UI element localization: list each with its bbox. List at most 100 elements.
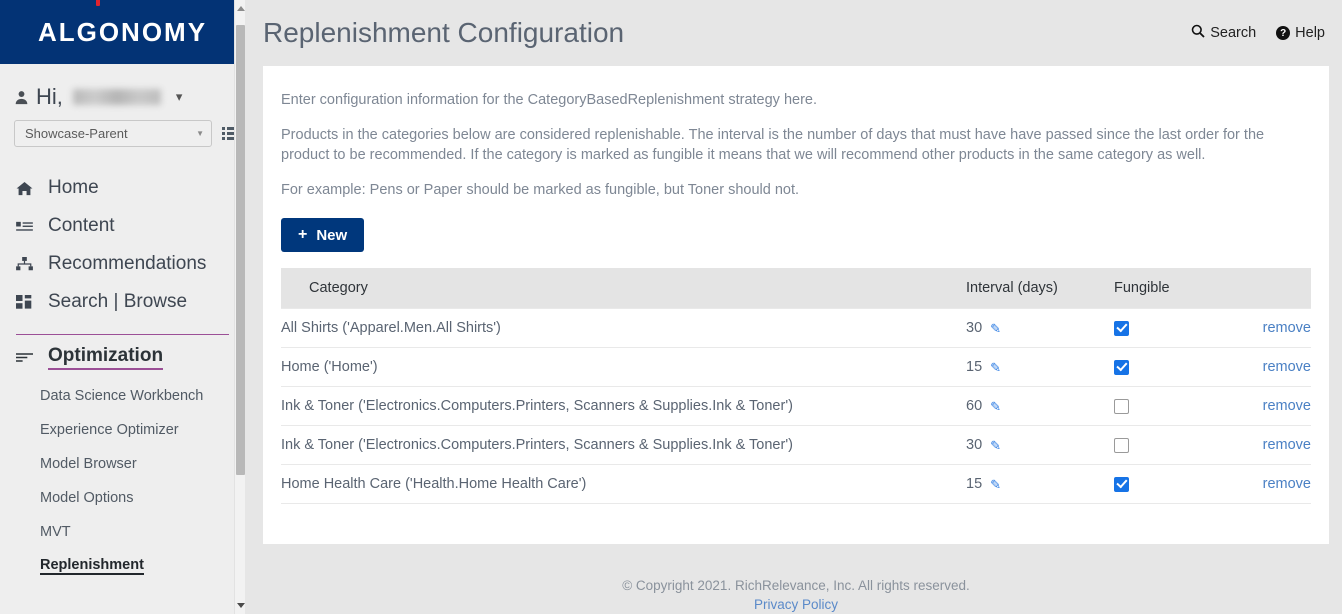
sidebar-item-mvt[interactable]: MVT bbox=[0, 515, 245, 549]
cell-fungible bbox=[1114, 347, 1209, 387]
cell-actions: remove bbox=[1209, 308, 1311, 348]
remove-link[interactable]: remove bbox=[1263, 476, 1311, 492]
cell-category: Ink & Toner ('Electronics.Computers.Prin… bbox=[281, 386, 966, 426]
grid-icon bbox=[16, 295, 36, 309]
description-paragraph-3: For example: Pens or Paper should be mar… bbox=[281, 182, 800, 198]
account-select-value: Showcase-Parent bbox=[25, 126, 128, 141]
new-button[interactable]: + New bbox=[281, 218, 365, 252]
cell-actions: remove bbox=[1209, 464, 1311, 504]
cell-category: Home Health Care ('Health.Home Health Ca… bbox=[281, 464, 966, 504]
cell-interval: 30 ✎ bbox=[966, 425, 1114, 465]
cell-actions: remove bbox=[1209, 347, 1311, 387]
table-row: Ink & Toner ('Electronics.Computers.Prin… bbox=[281, 386, 1311, 426]
category-link[interactable]: Ink & Toner ('Electronics.Computers.Prin… bbox=[281, 437, 793, 453]
user-greeting[interactable]: Hi, ▾ bbox=[0, 64, 245, 112]
fungible-checkbox[interactable] bbox=[1114, 320, 1129, 336]
sidebar-subitem-label: Model Browser bbox=[40, 456, 137, 472]
cell-category: Ink & Toner ('Electronics.Computers.Prin… bbox=[281, 425, 966, 465]
sidebar-subitem-label: Model Options bbox=[40, 490, 134, 506]
column-header-interval: Interval (days) bbox=[966, 268, 1114, 309]
category-link[interactable]: Ink & Toner ('Electronics.Computers.Prin… bbox=[281, 398, 793, 414]
search-link[interactable]: Search bbox=[1191, 24, 1256, 42]
edit-pencil-icon[interactable]: ✎ bbox=[990, 322, 1001, 335]
cell-interval: 60 ✎ bbox=[966, 386, 1114, 426]
sidebar-item-label: Recommendations bbox=[48, 253, 207, 274]
help-link[interactable]: ? Help bbox=[1276, 25, 1325, 41]
sidebar-item-model-browser[interactable]: Model Browser bbox=[0, 447, 245, 481]
table-row: All Shirts ('Apparel.Men.All Shirts') 30… bbox=[281, 308, 1311, 348]
help-question-icon: ? bbox=[1276, 26, 1291, 40]
edit-pencil-icon[interactable]: ✎ bbox=[990, 439, 1001, 452]
table-row: Home ('Home') 15 ✎ remove bbox=[281, 347, 1311, 387]
interval-value: 30 bbox=[966, 320, 983, 336]
cell-interval: 15 ✎ bbox=[966, 347, 1114, 387]
interval-value: 60 bbox=[966, 398, 983, 414]
sidebar-item-label: Search | Browse bbox=[48, 291, 188, 312]
sidebar-subitem-label: MVT bbox=[40, 524, 71, 540]
interval-value: 15 bbox=[966, 476, 983, 492]
account-select[interactable]: Showcase-Parent ▼ bbox=[14, 120, 212, 147]
primary-nav: Home Content Recommendations Search | Br… bbox=[0, 169, 245, 583]
sidebar-item-search-browse[interactable]: Search | Browse bbox=[0, 283, 245, 321]
sliders-icon bbox=[16, 352, 36, 363]
sidebar: ALGONOMY Hi, ▾ Showcase-Parent ▼ Home Co… bbox=[0, 0, 245, 614]
sidebar-section-optimization[interactable]: Optimization bbox=[0, 335, 245, 379]
search-icon bbox=[1191, 24, 1205, 42]
new-button-label: New bbox=[316, 226, 348, 244]
search-link-label: Search bbox=[1210, 25, 1257, 41]
interval-value: 15 bbox=[966, 359, 983, 375]
cell-fungible bbox=[1114, 386, 1209, 426]
edit-pencil-icon[interactable]: ✎ bbox=[990, 478, 1001, 491]
remove-link[interactable]: remove bbox=[1263, 398, 1311, 414]
sidebar-item-experience-optimizer[interactable]: Experience Optimizer bbox=[0, 413, 245, 447]
remove-link[interactable]: remove bbox=[1263, 320, 1311, 336]
remove-link[interactable]: remove bbox=[1263, 359, 1311, 375]
cell-fungible bbox=[1114, 308, 1209, 348]
scrollbar-thumb[interactable] bbox=[236, 25, 245, 475]
fungible-checkbox[interactable] bbox=[1114, 398, 1129, 414]
category-link[interactable]: Home ('Home') bbox=[281, 359, 378, 375]
cell-category: Home ('Home') bbox=[281, 347, 966, 387]
edit-pencil-icon[interactable]: ✎ bbox=[990, 400, 1001, 413]
fungible-checkbox[interactable] bbox=[1114, 359, 1129, 375]
table-body: All Shirts ('Apparel.Men.All Shirts') 30… bbox=[281, 308, 1311, 504]
cell-category: All Shirts ('Apparel.Men.All Shirts') bbox=[281, 308, 966, 348]
account-selector-row: Showcase-Parent ▼ bbox=[0, 112, 245, 147]
sidebar-item-data-science-workbench[interactable]: Data Science Workbench bbox=[0, 379, 245, 413]
sidebar-item-recommendations[interactable]: Recommendations bbox=[0, 245, 245, 283]
column-header-actions bbox=[1209, 268, 1311, 309]
fungible-checkbox[interactable] bbox=[1114, 437, 1129, 453]
privacy-policy-link[interactable]: Privacy Policy bbox=[754, 597, 838, 612]
table-header: Category Interval (days) Fungible bbox=[281, 268, 1311, 309]
sidebar-subitem-label: Replenishment bbox=[40, 557, 144, 575]
replenishment-table: Category Interval (days) Fungible All Sh… bbox=[281, 268, 1311, 504]
category-link[interactable]: All Shirts ('Apparel.Men.All Shirts') bbox=[281, 320, 501, 336]
chevron-down-icon[interactable]: ▾ bbox=[176, 89, 183, 105]
user-icon bbox=[14, 90, 29, 105]
edit-pencil-icon[interactable]: ✎ bbox=[990, 361, 1001, 374]
home-icon bbox=[16, 181, 36, 196]
sidebar-item-label: Content bbox=[48, 215, 115, 236]
cell-actions: remove bbox=[1209, 386, 1311, 426]
fungible-checkbox[interactable] bbox=[1114, 476, 1129, 492]
sidebar-item-replenishment[interactable]: Replenishment bbox=[0, 549, 245, 583]
logo-accent-mark bbox=[96, 0, 100, 6]
main-region: Replenishment Configuration Search ? Hel… bbox=[245, 0, 1342, 614]
sitemap-icon bbox=[16, 257, 36, 271]
remove-link[interactable]: remove bbox=[1263, 437, 1311, 453]
sidebar-subitem-label: Experience Optimizer bbox=[40, 422, 179, 438]
cell-fungible bbox=[1114, 425, 1209, 465]
description-paragraph-2: Products in the categories below are con… bbox=[281, 127, 1265, 163]
greeting-text: Hi, bbox=[36, 84, 63, 109]
cell-fungible bbox=[1114, 464, 1209, 504]
plus-icon: + bbox=[298, 226, 308, 243]
category-link[interactable]: Home Health Care ('Health.Home Health Ca… bbox=[281, 476, 586, 492]
sidebar-scrollbar[interactable] bbox=[234, 0, 245, 614]
top-bar: Replenishment Configuration Search ? Hel… bbox=[245, 0, 1342, 66]
sidebar-item-model-options[interactable]: Model Options bbox=[0, 481, 245, 515]
page-title: Replenishment Configuration bbox=[263, 17, 625, 48]
sidebar-item-label: Home bbox=[48, 177, 99, 198]
sidebar-item-content[interactable]: Content bbox=[0, 207, 245, 245]
sidebar-item-home[interactable]: Home bbox=[0, 169, 245, 207]
table-header-row: Category Interval (days) Fungible bbox=[281, 268, 1311, 309]
